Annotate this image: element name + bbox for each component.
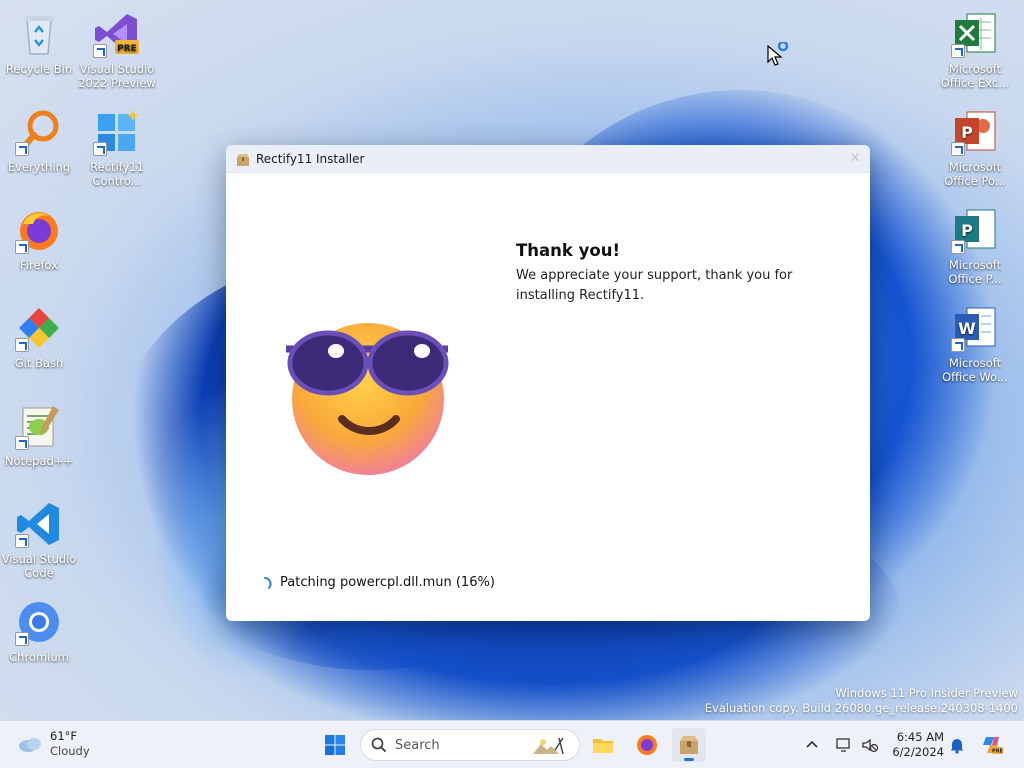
installer-taskbar-button[interactable]	[672, 728, 706, 762]
desktop-icon-visual-studio-preview[interactable]: PRE Visual Studio 2022 Preview	[78, 10, 156, 90]
taskbar-clock[interactable]: 6:45 AM 6/2/2024	[888, 730, 944, 760]
taskbar-search-box[interactable]: Search	[360, 729, 580, 761]
close-button[interactable]: ✕	[840, 145, 870, 173]
visual-studio-preview-icon: PRE	[93, 10, 141, 58]
search-icon	[371, 737, 387, 753]
speaker-muted-icon	[862, 738, 879, 753]
svg-text:W: W	[958, 319, 976, 338]
shortcut-arrow-icon	[951, 142, 965, 156]
weather-widget[interactable]: 61°F Cloudy	[16, 729, 90, 759]
desktop-icon-notepadpp[interactable]: Notepad++	[0, 402, 78, 468]
shortcut-arrow-icon	[93, 142, 107, 156]
desktop-icon-publisher[interactable]: P Microsoft Office P...	[936, 206, 1014, 286]
volume-button[interactable]	[858, 721, 882, 768]
progress-status: Patching powercpl.dll.mun (16%)	[262, 575, 495, 590]
chromium-icon	[15, 598, 63, 646]
desktop-icon-git-bash[interactable]: Git Bash	[0, 304, 78, 370]
shortcut-arrow-icon	[951, 240, 965, 254]
shortcut-arrow-icon	[15, 436, 29, 450]
publisher-icon: P	[951, 206, 999, 254]
taskbar: 61°F Cloudy Search 6:45 AM 6/2/2024 PRE	[0, 720, 1024, 768]
copilot-button[interactable]: PRE	[978, 721, 1006, 768]
thank-you-heading: Thank you!	[516, 241, 620, 260]
svg-text:P: P	[961, 221, 973, 240]
shortcut-arrow-icon	[15, 338, 29, 352]
notepadpp-icon	[15, 402, 63, 450]
desktop-icon-chromium[interactable]: Chromium	[0, 598, 78, 664]
loading-spinner-icon	[262, 576, 274, 590]
desktop-icon-rectify11-control[interactable]: Rectify11 Contro...	[78, 108, 156, 188]
evaluation-watermark: Windows 11 Pro Insider Preview Evaluatio…	[704, 686, 1018, 715]
vscode-icon	[15, 500, 63, 548]
everything-search-icon	[15, 108, 63, 156]
word-icon: W	[951, 304, 999, 352]
file-explorer-button[interactable]	[586, 728, 620, 762]
desktop-icon-everything[interactable]: Everything	[0, 108, 78, 174]
network-status-button[interactable]	[832, 721, 856, 768]
weather-condition: Cloudy	[50, 744, 90, 758]
shortcut-arrow-icon	[15, 142, 29, 156]
thank-you-message: We appreciate your support, thank you fo…	[516, 268, 793, 303]
weather-temperature: 61°F	[50, 729, 77, 743]
git-bash-icon	[15, 304, 63, 352]
search-highlight-icon	[529, 734, 571, 756]
clock-date: 6/2/2024	[892, 745, 944, 759]
desktop-icon-powerpoint[interactable]: P Microsoft Office Po...	[936, 108, 1014, 188]
progress-status-text: Patching powercpl.dll.mun (16%)	[280, 575, 495, 590]
svg-text:PRE: PRE	[117, 44, 137, 54]
firefox-taskbar-button[interactable]	[630, 728, 664, 762]
shortcut-arrow-icon	[15, 240, 29, 254]
desktop-icon-vscode[interactable]: Visual Studio Code	[0, 500, 78, 580]
firefox-icon	[15, 206, 63, 254]
installer-box-icon	[236, 152, 250, 166]
installer-window[interactable]: Rectify11 Installer ✕ Thank you! We appr…	[226, 145, 870, 621]
chevron-up-icon	[806, 740, 818, 748]
shortcut-arrow-icon	[15, 632, 29, 646]
shortcut-arrow-icon	[951, 338, 965, 352]
notifications-button[interactable]	[946, 721, 968, 768]
network-icon	[836, 738, 850, 752]
bell-icon	[950, 739, 964, 754]
svg-text:PRE: PRE	[992, 749, 1004, 755]
desktop-icon-excel[interactable]: Microsoft Office Exc...	[936, 10, 1014, 90]
desktop-icon-firefox[interactable]: Firefox	[0, 206, 78, 272]
windows-logo-icon	[325, 735, 345, 755]
cloud-icon	[16, 734, 44, 754]
desktop-icon-word[interactable]: W Microsoft Office Wo...	[936, 304, 1014, 384]
shortcut-arrow-icon	[951, 44, 965, 58]
recycle-bin-icon	[15, 10, 63, 58]
excel-icon	[951, 10, 999, 58]
powerpoint-icon: P	[951, 108, 999, 156]
search-placeholder: Search	[395, 737, 440, 753]
firefox-icon	[637, 735, 657, 755]
sunglasses-emoji-icon	[282, 313, 452, 478]
show-hidden-icons-button[interactable]	[800, 721, 824, 768]
installer-box-icon	[680, 736, 698, 754]
window-title: Rectify11 Installer	[256, 151, 365, 166]
clock-time: 6:45 AM	[896, 730, 944, 744]
window-titlebar[interactable]: Rectify11 Installer ✕	[226, 145, 870, 173]
busy-cursor-icon	[766, 40, 796, 68]
shortcut-arrow-icon	[15, 534, 29, 548]
svg-text:P: P	[961, 123, 973, 142]
rectify11-control-icon	[93, 108, 141, 156]
start-button[interactable]	[318, 728, 352, 762]
shortcut-arrow-icon	[93, 44, 107, 58]
copilot-icon: PRE	[983, 737, 1004, 755]
desktop-icon-recycle-bin[interactable]: Recycle Bin	[0, 10, 78, 76]
close-icon: ✕	[849, 151, 861, 166]
folder-icon	[593, 739, 613, 753]
